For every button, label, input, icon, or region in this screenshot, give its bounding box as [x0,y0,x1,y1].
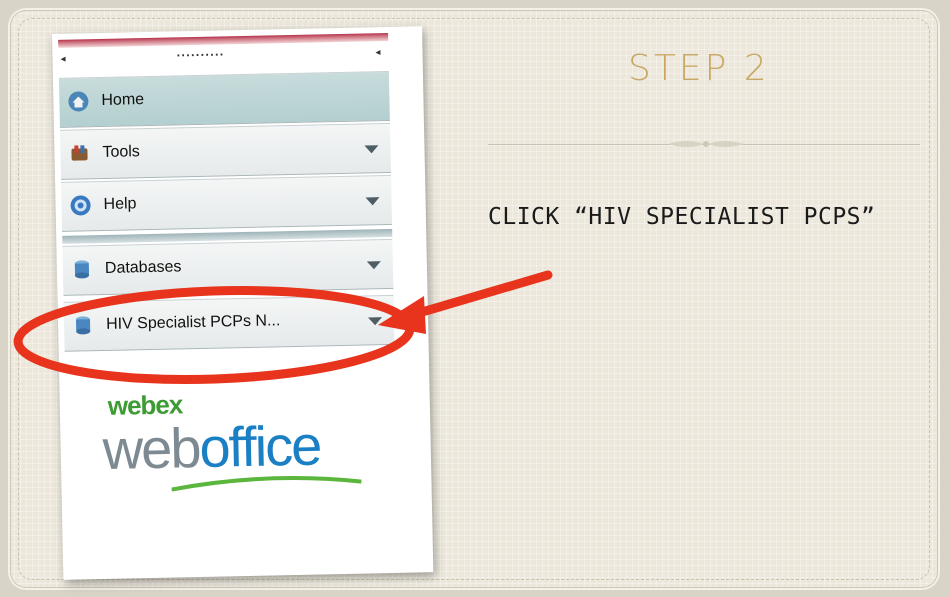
chevron-down-icon[interactable] [365,197,380,206]
help-icon [70,195,91,216]
menu-item-label: Help [103,195,137,213]
menu-item-label: Home [101,91,145,109]
instruction-text: CLICK “HIV SPECIALIST PCPS” [488,204,876,230]
menu-item-home[interactable]: Home [58,70,390,128]
tools-icon [71,145,88,161]
weboffice-logo-suffix: office [198,413,321,479]
weboffice-logo-prefix: web [102,416,201,482]
menu-item-label: Databases [104,258,182,277]
screenshot-card: ◂ .......... ◂ Home Tools Help Databases… [52,26,434,580]
menu-item-hiv-specialist-pcps[interactable]: HIV Specialist PCPs N... [63,294,395,352]
chevron-down-icon[interactable] [368,317,383,326]
database-icon [74,260,90,279]
database-icon [75,316,91,335]
logo-swoosh [171,476,362,492]
divider-ornament-icon [668,141,744,147]
menu-item-label: Tools [102,143,141,161]
menu-item-databases[interactable]: Databases [62,238,394,296]
home-icon [68,91,89,112]
chevron-down-icon[interactable] [366,261,381,270]
scroll-right-icon[interactable]: ◂ [375,47,380,58]
scroll-left-icon[interactable]: ◂ [60,54,65,65]
horizontal-scrollbar[interactable]: ◂ .......... ◂ [58,47,388,72]
scroll-grip[interactable]: .......... [176,47,224,59]
menu-item-help[interactable]: Help [61,174,393,232]
menu-item-label: HIV Specialist PCPs N... [105,312,281,333]
step-title: STEP 2 [628,48,770,89]
chevron-down-icon[interactable] [364,145,379,154]
menu-item-tools[interactable]: Tools [60,122,391,180]
weboffice-logo: weboffice [102,412,321,482]
header-stripe [58,32,389,48]
